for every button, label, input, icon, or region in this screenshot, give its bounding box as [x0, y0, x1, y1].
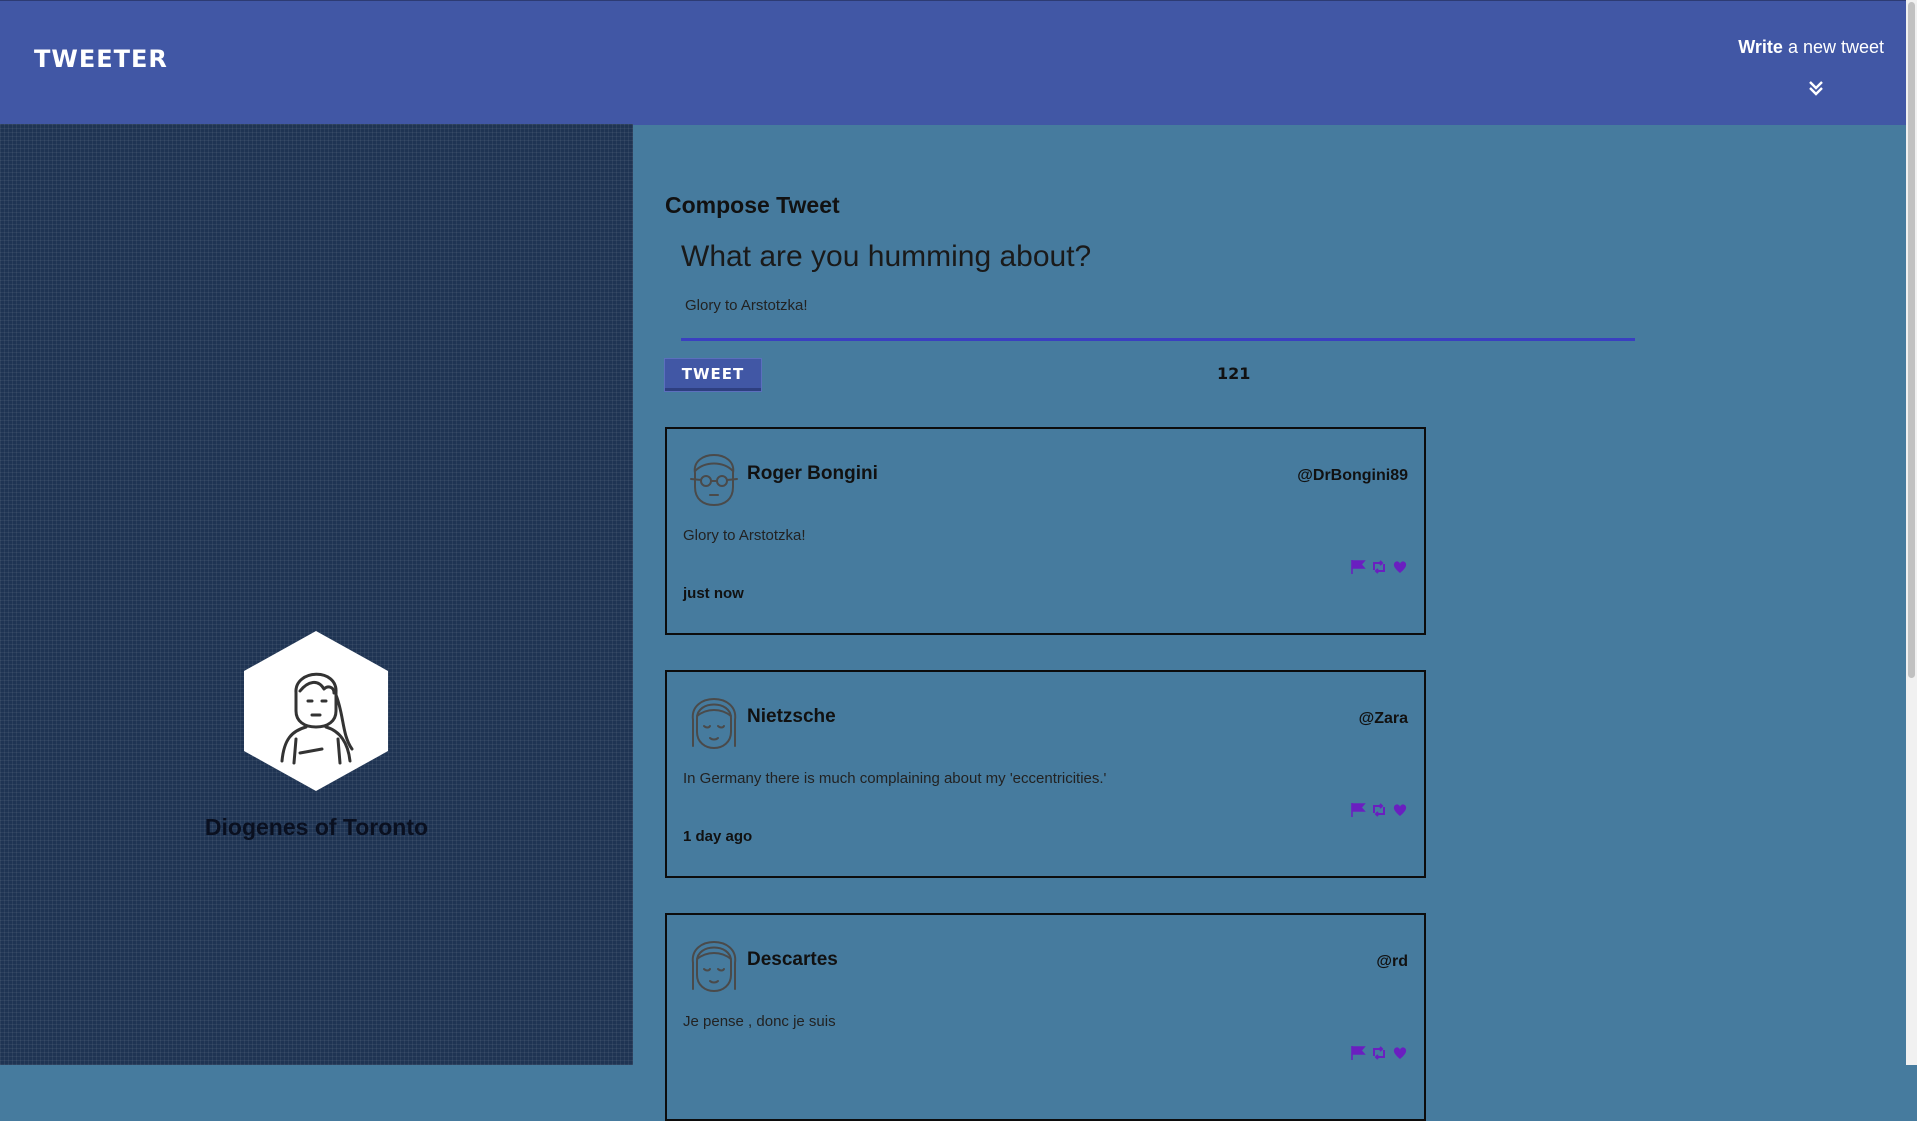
compose-prompt: What are you humming about?	[681, 240, 1092, 273]
profile-name: Diogenes of Toronto	[204, 814, 429, 840]
tweet-timestamp: 1 day ago	[683, 828, 753, 845]
compose-title: Compose Tweet	[665, 192, 840, 218]
page-scrollbar[interactable]	[1906, 0, 1917, 1065]
tweet-author-name: Nietzsche	[747, 706, 836, 727]
heart-icon[interactable]	[1392, 802, 1408, 818]
tweet-card: Descartes @rd Je pense , donc je suis	[665, 913, 1426, 1121]
tweet-avatar	[691, 941, 737, 993]
tweet-avatar	[690, 454, 738, 507]
tweet-handle: @Zara	[1358, 710, 1408, 727]
retweet-icon[interactable]	[1371, 802, 1387, 818]
tweet-actions	[1350, 559, 1408, 575]
retweet-icon[interactable]	[1371, 559, 1387, 575]
tweet-actions	[1350, 1045, 1408, 1061]
tweet-content: Glory to Arstotzka!	[683, 527, 806, 544]
tweet-author-name: Roger Bongini	[747, 463, 878, 484]
tweet-actions	[1350, 802, 1408, 818]
write-label-rest: a new tweet	[1787, 37, 1884, 57]
tweet-avatar	[691, 698, 737, 750]
write-new-tweet-toggle[interactable]: Write a new tweet	[1738, 37, 1884, 58]
tweet-button[interactable]: TWEET	[665, 359, 761, 391]
tweet-handle: @DrBongini89	[1297, 467, 1408, 484]
scrollbar-thumb[interactable]	[1908, 2, 1915, 678]
double-chevron-down-icon[interactable]	[1806, 78, 1826, 98]
flag-icon[interactable]	[1350, 559, 1366, 575]
tweet-author-name: Descartes	[747, 949, 838, 970]
heart-icon[interactable]	[1392, 559, 1408, 575]
tweet-handle: @rd	[1376, 953, 1408, 970]
retweet-icon[interactable]	[1371, 1045, 1387, 1061]
top-nav: TWEETER Write a new tweet	[0, 0, 1906, 125]
tweet-textarea[interactable]	[681, 291, 1635, 341]
flag-icon[interactable]	[1350, 1045, 1366, 1061]
tweet-content: In Germany there is much complaining abo…	[683, 770, 1107, 787]
tweet-content: Je pense , donc je suis	[683, 1013, 836, 1030]
tweet-card: Roger Bongini @DrBongini89 Glory to Arst…	[665, 427, 1426, 635]
app-logo: TWEETER	[34, 45, 168, 73]
profile-pane	[0, 124, 633, 1065]
tweet-timestamp: just now	[683, 585, 744, 602]
profile-avatar	[244, 631, 388, 791]
tweet-card: Nietzsche @Zara In Germany there is much…	[665, 670, 1426, 878]
flag-icon[interactable]	[1350, 802, 1366, 818]
char-counter: 121	[1217, 364, 1251, 383]
heart-icon[interactable]	[1392, 1045, 1408, 1061]
main-content: Compose Tweet What are you humming about…	[633, 124, 1906, 1121]
write-label: Write	[1738, 37, 1783, 57]
